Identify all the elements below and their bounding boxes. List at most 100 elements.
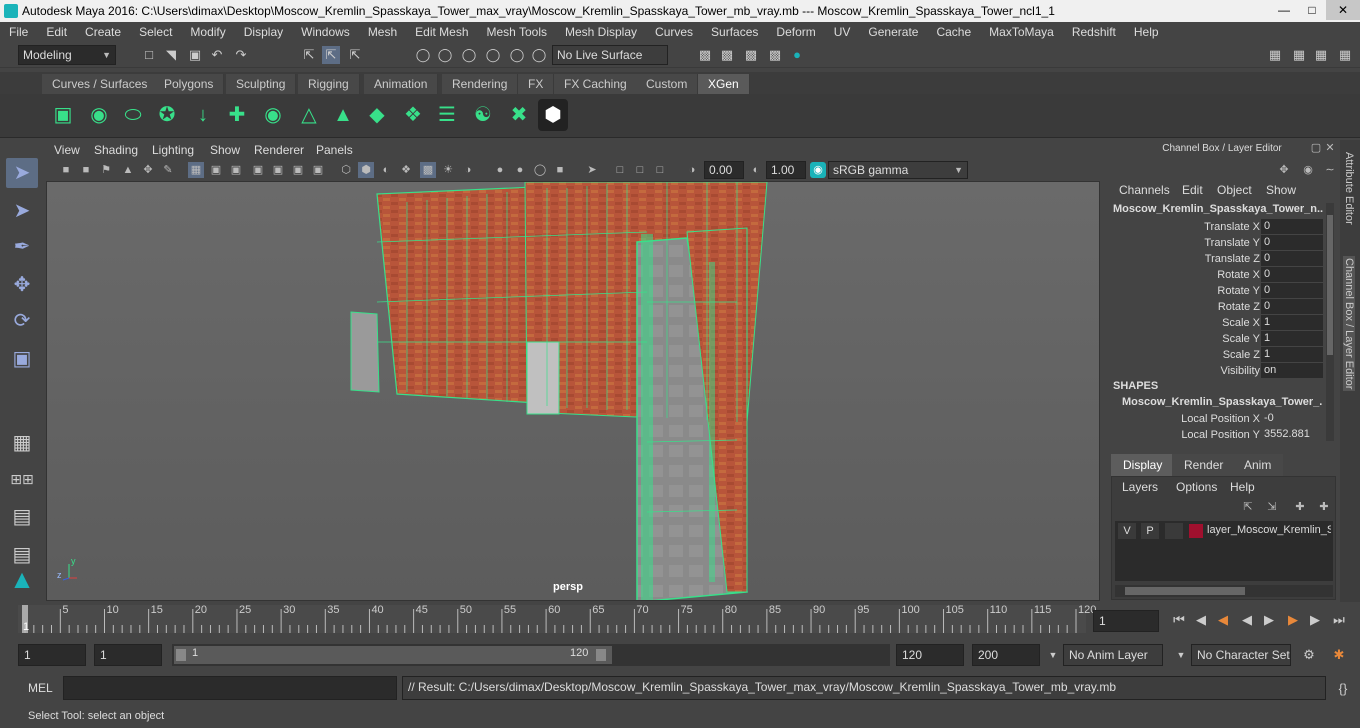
viewport-menu-shading[interactable]: Shading bbox=[94, 143, 138, 157]
render-settings-icon[interactable]: ▩ bbox=[766, 46, 784, 64]
play-forwards-icon[interactable]: ▶ bbox=[1260, 611, 1278, 629]
close-panel-icon[interactable]: ✕ bbox=[1324, 142, 1336, 154]
menu-mesh-display[interactable]: Mesh Display bbox=[556, 25, 646, 39]
shelf-tab-rendering[interactable]: Rendering bbox=[442, 74, 519, 94]
attr-translate-y[interactable]: Translate Y 0 bbox=[1104, 235, 1324, 251]
viewport-menu-panels[interactable]: Panels bbox=[316, 143, 353, 157]
range-bar-fill[interactable] bbox=[174, 646, 612, 664]
attr-translate-x[interactable]: Translate X 0 bbox=[1104, 219, 1324, 235]
shape-name[interactable]: Moscow_Kremlin_Spasskaya_Tower_... bbox=[1122, 396, 1322, 408]
new-layer-icon[interactable]: ✚ bbox=[1292, 499, 1308, 515]
color-space-dropdown[interactable]: sRGB gamma ▼ bbox=[828, 161, 968, 179]
attr-value[interactable]: 0 bbox=[1261, 299, 1323, 314]
default-material-icon[interactable]: ◐ bbox=[378, 162, 394, 178]
grid-icon[interactable]: ▦ bbox=[188, 162, 204, 178]
shelf-tab-polygons[interactable]: Polygons bbox=[154, 74, 225, 94]
menu-deform[interactable]: Deform bbox=[767, 25, 824, 39]
lights-icon[interactable]: ☀ bbox=[440, 162, 456, 178]
shelf-tab-rigging[interactable]: Rigging bbox=[298, 74, 360, 94]
attr-value[interactable]: 0 bbox=[1261, 283, 1323, 298]
menu-modify[interactable]: Modify bbox=[181, 25, 234, 39]
select-object-icon[interactable]: ⇱ bbox=[322, 46, 340, 64]
step-forward-frame-icon[interactable]: ▶ bbox=[1306, 611, 1324, 629]
character-set-chevron-icon[interactable]: ▼ bbox=[1172, 646, 1190, 664]
scale-tool-icon[interactable]: ▣ bbox=[6, 344, 38, 374]
command-input[interactable] bbox=[63, 676, 397, 700]
viewport-persp[interactable]: y z persp bbox=[46, 181, 1100, 601]
film-gate-icon[interactable]: ▣ bbox=[208, 162, 224, 178]
channel-box-toggle-icon[interactable]: ▦ bbox=[1336, 46, 1354, 64]
viewport-menu-view[interactable]: View bbox=[54, 143, 80, 157]
new-layer-selected-icon[interactable]: ✚ bbox=[1316, 499, 1332, 515]
xgen-place-guide-icon[interactable]: ↓ bbox=[188, 99, 218, 131]
attr-scale-x[interactable]: Scale X 1 bbox=[1104, 315, 1324, 331]
menu-surfaces[interactable]: Surfaces bbox=[702, 25, 767, 39]
gamma-icon[interactable]: ◐ bbox=[748, 162, 764, 178]
animation-start-field[interactable]: 1 bbox=[18, 644, 86, 666]
menu-display[interactable]: Display bbox=[235, 25, 292, 39]
exposure-icon[interactable]: ◑ bbox=[684, 162, 700, 178]
viewport-menu-show[interactable]: Show bbox=[210, 143, 240, 157]
menuset-dropdown[interactable]: Modeling ▼ bbox=[18, 45, 116, 65]
select-component-icon[interactable]: ⇱ bbox=[346, 46, 364, 64]
menu-windows[interactable]: Windows bbox=[292, 25, 359, 39]
camera-select-icon[interactable]: ■ bbox=[58, 162, 74, 178]
range-end-handle[interactable] bbox=[596, 649, 606, 661]
channel-box-scrollbar[interactable] bbox=[1326, 203, 1334, 441]
xgen-editor-icon[interactable]: ▣ bbox=[48, 99, 78, 131]
step-back-frame-icon[interactable]: ◀ bbox=[1192, 611, 1210, 629]
attr-translate-z[interactable]: Translate Z 0 bbox=[1104, 251, 1324, 267]
time-slider[interactable]: 1 5 10 15 20 25 30 35 40 45 50 55 60 65 70 75 80 85 90 95 1… bbox=[0, 603, 1360, 639]
attr-local-position-x[interactable]: Local Position X -0 bbox=[1104, 411, 1324, 427]
new-scene-icon[interactable]: □ bbox=[140, 46, 158, 64]
scrollbar-thumb[interactable] bbox=[1327, 215, 1333, 355]
attr-rotate-z[interactable]: Rotate Z 0 bbox=[1104, 299, 1324, 315]
auto-key-icon[interactable]: ⚙ bbox=[1300, 646, 1318, 664]
select-hierarchy-icon[interactable]: ⇱ bbox=[300, 46, 318, 64]
hypershade-icon[interactable]: ● bbox=[788, 46, 806, 64]
safe-action-icon[interactable]: ▣ bbox=[290, 162, 306, 178]
open-scene-icon[interactable]: ◥ bbox=[162, 46, 180, 64]
speed-icon[interactable]: ◉ bbox=[1300, 162, 1316, 178]
attr-value[interactable]: on bbox=[1261, 363, 1323, 378]
attr-local-position-y[interactable]: Local Position Y 3552.881 bbox=[1104, 427, 1324, 443]
attr-rotate-x[interactable]: Rotate X 0 bbox=[1104, 267, 1324, 283]
attr-value[interactable]: 3552.881 bbox=[1261, 427, 1323, 442]
single-perspective-layout-icon[interactable]: ▦ bbox=[6, 428, 38, 458]
xgen-layer-icon[interactable]: ◆ bbox=[362, 99, 392, 131]
xray-joints-icon[interactable]: □ bbox=[632, 162, 648, 178]
gate-mask-icon[interactable]: ▣ bbox=[250, 162, 266, 178]
attr-value[interactable]: 0 bbox=[1261, 251, 1323, 266]
selected-object-name[interactable]: Moscow_Kremlin_Spasskaya_Tower_n... bbox=[1113, 203, 1323, 215]
mel-label[interactable]: MEL bbox=[28, 681, 53, 695]
motion-blur-icon[interactable]: ● bbox=[512, 162, 528, 178]
snap-grid-icon[interactable]: ◯ bbox=[414, 46, 432, 64]
four-view-layout-icon[interactable]: ⊞⊞ bbox=[6, 464, 38, 494]
show-menu[interactable]: Show bbox=[1266, 183, 1296, 197]
anti-aliasing-icon[interactable]: ◯ bbox=[532, 162, 548, 178]
smooth-shade-icon[interactable]: ⬢ bbox=[358, 162, 374, 178]
menu-uv[interactable]: UV bbox=[825, 25, 860, 39]
animation-preferences-icon[interactable]: ✱ bbox=[1330, 646, 1348, 664]
shelf-tab-fx[interactable]: FX bbox=[518, 74, 555, 94]
attr-scale-y[interactable]: Scale Y 1 bbox=[1104, 331, 1324, 347]
attr-rotate-y[interactable]: Rotate Y 0 bbox=[1104, 283, 1324, 299]
attr-visibility[interactable]: Visibility on bbox=[1104, 363, 1324, 379]
layers-menu[interactable]: Layers bbox=[1122, 480, 1158, 494]
animation-end-field[interactable]: 200 bbox=[972, 644, 1040, 666]
menu-mesh-tools[interactable]: Mesh Tools bbox=[478, 25, 556, 39]
depth-of-field-icon[interactable]: ■ bbox=[552, 162, 568, 178]
camera-attributes-icon[interactable]: ■ bbox=[78, 162, 94, 178]
shelf-tab-xgen[interactable]: XGen bbox=[698, 74, 750, 94]
go-to-end-icon[interactable]: ⏭ bbox=[1330, 611, 1348, 629]
live-surface-field[interactable]: No Live Surface bbox=[552, 45, 668, 65]
resolution-gate-icon[interactable]: ▣ bbox=[228, 162, 244, 178]
scrollbar-thumb[interactable] bbox=[1125, 587, 1245, 595]
attr-value[interactable]: 0 bbox=[1261, 219, 1323, 234]
xray-icon[interactable]: □ bbox=[612, 162, 628, 178]
anim-layer-chevron-icon[interactable]: ▼ bbox=[1044, 646, 1062, 664]
move-layer-down-icon[interactable]: ⇲ bbox=[1264, 499, 1280, 515]
attr-scale-z[interactable]: Scale Z 1 bbox=[1104, 347, 1324, 363]
maximize-button[interactable]: □ bbox=[1298, 0, 1326, 20]
channel-box-layer-editor-tab[interactable]: Channel Box / Layer Editor bbox=[1343, 256, 1355, 392]
